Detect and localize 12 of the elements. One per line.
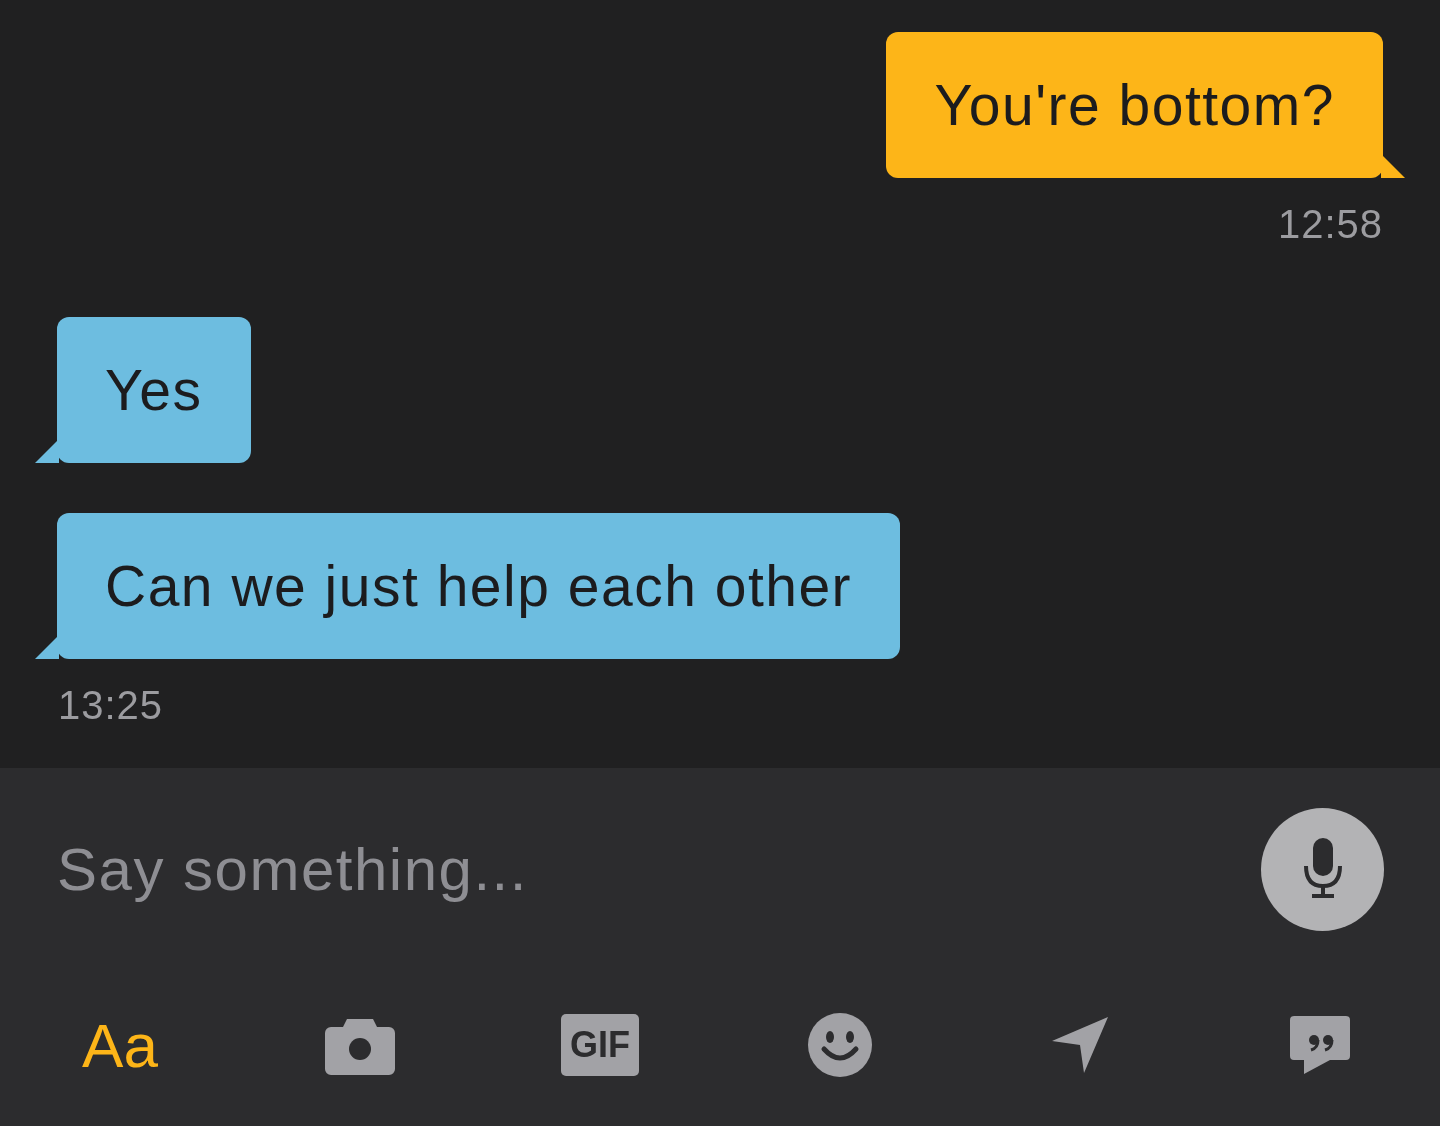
message-text: Can we just help each other [105,553,853,619]
message-input[interactable]: Say something... [57,834,1261,904]
smiley-icon[interactable] [808,1013,872,1077]
message-time: 12:58 [1277,202,1383,247]
text-format-button[interactable]: Aa [82,1009,158,1081]
location-arrow-icon[interactable] [1050,1015,1110,1075]
gif-button[interactable]: GIF [561,1014,639,1076]
message-time: 13:25 [58,683,164,728]
message-text: You're bottom? [934,72,1335,138]
microphone-icon [1302,838,1343,900]
message-text: Yes [105,357,203,423]
quote-bubble-icon[interactable] [1290,1016,1350,1074]
